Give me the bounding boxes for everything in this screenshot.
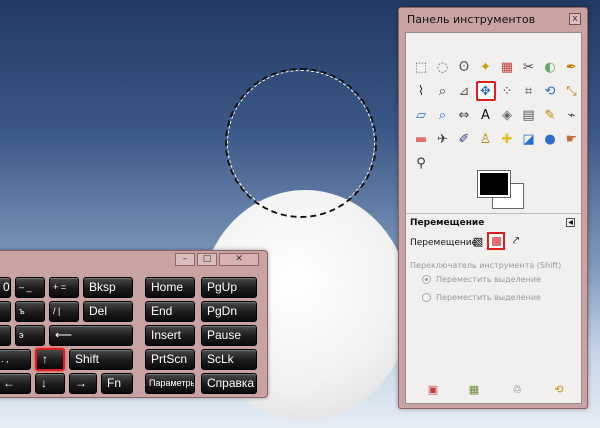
text-icon[interactable]: A [476, 105, 496, 125]
tool-toggle-label: Переключатель инструмента (Shift) [410, 261, 562, 270]
radio-label: Переместить выделение [436, 275, 541, 284]
move-layer-icon[interactable]: ▧ [469, 232, 487, 250]
osk-titlebar: – □ ✕ [0, 251, 267, 269]
key-slash[interactable]: / | [49, 301, 79, 322]
radio-option-1[interactable]: Переместить выделение [422, 275, 541, 284]
radio-button[interactable] [422, 293, 431, 302]
key-dot[interactable]: . , [0, 349, 31, 370]
close-button[interactable]: ✕ [219, 253, 259, 266]
key-fn[interactable]: Fn [101, 373, 133, 394]
key-prtscn[interactable]: PrtScn [145, 349, 195, 370]
move-selection-icon[interactable] [487, 232, 505, 250]
flip-icon[interactable]: ⇔ [454, 105, 474, 125]
key-pause[interactable]: Pause [201, 325, 257, 346]
crop-icon[interactable]: ⌗ [519, 81, 539, 101]
shear-icon[interactable]: ▱ [411, 105, 431, 125]
key-help[interactable]: Справка [201, 373, 257, 394]
fg-bg-colors[interactable] [477, 167, 528, 209]
rect-select-icon[interactable]: ⬚ [411, 57, 431, 77]
key-left[interactable]: ← [0, 373, 31, 394]
pencil-icon[interactable]: ✎ [540, 105, 560, 125]
perspective-clone-icon[interactable]: ◪ [519, 129, 539, 149]
divider [406, 213, 581, 214]
key-insert[interactable]: Insert [145, 325, 195, 346]
radio-label: Переместить выделение [436, 293, 541, 302]
key-0[interactable]: 0 [0, 277, 11, 298]
ellipse-selection-marquee [225, 68, 377, 218]
zoom-icon[interactable]: ⌕ [433, 81, 453, 101]
key-minus[interactable]: – _ [15, 277, 45, 298]
eraser-icon[interactable]: ▬ [411, 129, 431, 149]
key-enter[interactable]: ⟵ [49, 325, 133, 346]
smudge-icon[interactable]: ☛ [562, 129, 582, 149]
ink-icon[interactable]: ✐ [454, 129, 474, 149]
perspective-icon[interactable]: ⌕ [433, 105, 453, 125]
foreground-color-swatch[interactable] [477, 170, 511, 198]
toolbox-content: ⬚ ◌ ʘ ✦ ▦ ✂ ◐ ✒ ⌇ ⌕ ⊿ ✥ ⁘ ⌗ ⟲ ⤡ ▱ ⌕ ⇔ A ◈ ▤ ✎ ⌁ ▬ ✈ ✐ ♙ ✚ ◪ ● ☛ ⚲ Переме… [405, 32, 582, 404]
key-down[interactable]: ↓ [35, 373, 65, 394]
toolbox-title: Панель инструментов [407, 13, 536, 26]
key-z[interactable] [0, 301, 11, 322]
key-plus[interactable]: + = [49, 277, 79, 298]
scissors-icon[interactable]: ✂ [519, 57, 539, 77]
ellipse-select-icon[interactable]: ◌ [433, 57, 453, 77]
select-by-color-icon[interactable]: ▦ [497, 57, 517, 77]
move-icon[interactable]: ✥ [475, 81, 496, 101]
save-options-icon[interactable]: ▣ [426, 383, 440, 397]
bucket-fill-icon[interactable]: ◈ [497, 105, 517, 125]
key-bksp[interactable]: Bksp [83, 277, 133, 298]
tool-grid: ⬚ ◌ ʘ ✦ ▦ ✂ ◐ ✒ ⌇ ⌕ ⊿ ✥ ⁘ ⌗ ⟲ ⤡ ▱ ⌕ ⇔ A ◈ ▤ ✎ ⌁ ▬ ✈ ✐ ♙ ✚ ◪ ● ☛ ⚲ [406, 33, 583, 173]
fuzzy-select-icon[interactable]: ✦ [476, 57, 496, 77]
delete-options-icon[interactable]: ♲ [510, 383, 524, 397]
key-pgup[interactable]: PgUp [201, 277, 257, 298]
reset-options-icon[interactable]: ⟲ [552, 383, 566, 397]
key-shift[interactable]: Shift [69, 349, 133, 370]
rotate-icon[interactable]: ⟲ [540, 81, 560, 101]
radio-button[interactable] [422, 275, 431, 284]
minimize-button[interactable]: – [175, 253, 195, 266]
airbrush-icon[interactable]: ✈ [433, 129, 453, 149]
measure-icon[interactable]: ⊿ [454, 81, 474, 101]
color-picker-icon[interactable]: ⌇ [411, 81, 431, 101]
radio-option-2[interactable]: Переместить выделение [422, 293, 541, 302]
toolbox-window: Панель инструментов x ⬚ ◌ ʘ ✦ ▦ ✂ ◐ ✒ ⌇ ⌕ ⊿ ✥ ⁘ ⌗ ⟲ ⤡ ▱ ⌕… [398, 7, 588, 409]
key-sclk[interactable]: ScLk [201, 349, 257, 370]
lasso-icon[interactable]: ʘ [454, 57, 474, 77]
close-icon[interactable]: x [569, 13, 581, 25]
paths-icon[interactable]: ✒ [562, 57, 582, 77]
key-params[interactable]: Параметры [145, 373, 195, 394]
key-pgdn[interactable]: PgDn [201, 301, 257, 322]
restore-options-icon[interactable]: ▦ [467, 383, 481, 397]
configure-tab-icon[interactable]: ◀ [566, 218, 575, 227]
key-hard-sign[interactable]: ъ [15, 301, 45, 322]
move-path-icon[interactable]: ⤤ [507, 232, 525, 250]
tool-options-title: Перемещение [410, 218, 485, 228]
scale-icon[interactable]: ⤡ [562, 81, 582, 101]
heal-icon[interactable]: ✚ [497, 129, 517, 149]
key-zh[interactable] [0, 325, 11, 346]
key-right[interactable]: → [69, 373, 97, 394]
paintbrush-icon[interactable]: ⌁ [562, 105, 582, 125]
key-del[interactable]: Del [83, 301, 133, 322]
maximize-button[interactable]: □ [197, 253, 217, 266]
align-icon[interactable]: ⁘ [497, 81, 517, 101]
key-home[interactable]: Home [145, 277, 195, 298]
clone-icon[interactable]: ♙ [476, 129, 496, 149]
blend-icon[interactable]: ▤ [519, 105, 539, 125]
key-end[interactable]: End [145, 301, 195, 322]
blur-icon[interactable]: ● [540, 129, 560, 149]
key-up[interactable]: ↑ [35, 348, 65, 371]
tool-options-buttons: ▣ ▦ ♲ ⟲ [406, 383, 581, 399]
on-screen-keyboard-window: – □ ✕ 0 – _ + = Bksp Home PgUp ъ / | Del… [0, 250, 268, 398]
dodge-burn-icon[interactable]: ⚲ [411, 153, 431, 173]
key-e[interactable]: э [15, 325, 45, 346]
foreground-select-icon[interactable]: ◐ [540, 57, 560, 77]
